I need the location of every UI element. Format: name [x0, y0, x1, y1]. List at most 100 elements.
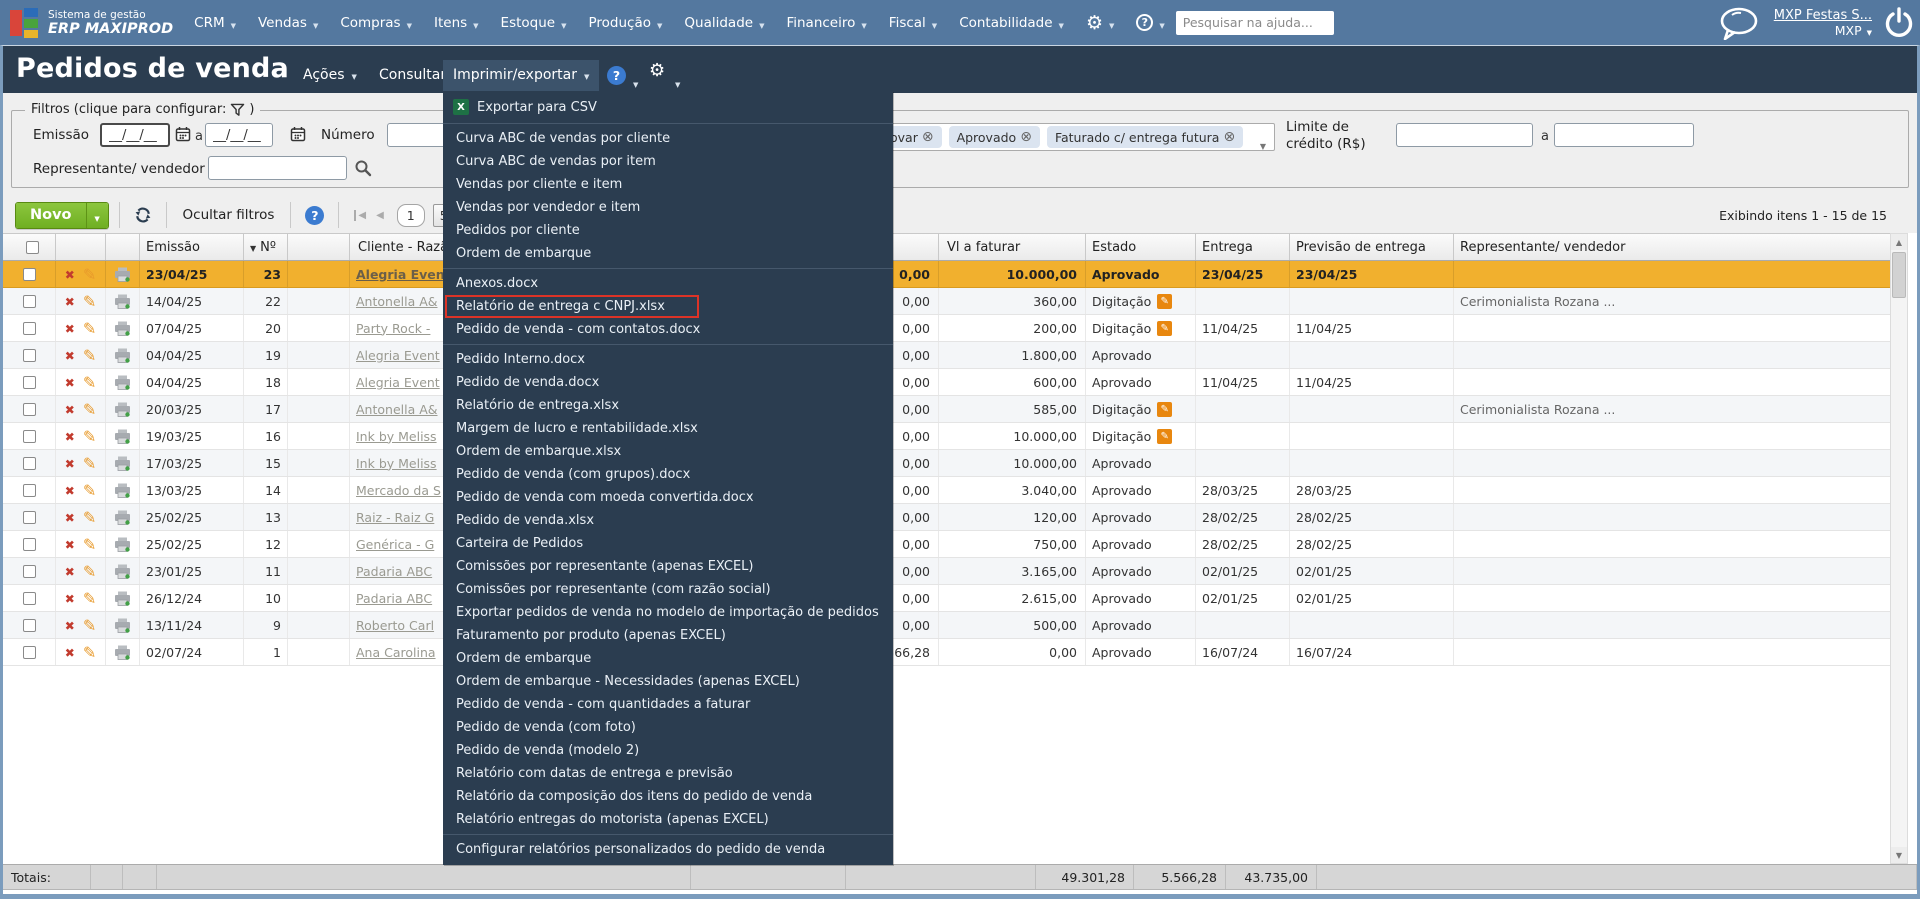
cliente-link[interactable]: Ink by Meliss [356, 456, 437, 471]
account-company-link[interactable]: MXP Festas S... [1774, 8, 1872, 23]
print-menu-item[interactable]: Curva ABC de vendas por item [443, 150, 893, 173]
table-row[interactable]: 23/04/25 23 Alegria Event 0,00 10.000,00… [3, 261, 1893, 288]
printer-icon[interactable] [114, 618, 131, 633]
estado-filter-field[interactable]: A aprovar Aprovado Faturado c/ entrega f… [843, 123, 1275, 151]
printer-icon[interactable] [114, 483, 131, 498]
row-checkbox[interactable] [22, 294, 36, 308]
row-checkbox[interactable] [22, 429, 36, 443]
ocultar-filtros-button[interactable]: Ocultar filtros [177, 207, 281, 223]
print-menu-item[interactable]: Pedido de venda.docx [443, 371, 893, 394]
first-page-icon[interactable]: ◀ [354, 209, 366, 221]
printer-icon[interactable] [114, 591, 131, 606]
novo-button[interactable]: Novo [15, 201, 109, 229]
table-row[interactable]: 02/07/24 1 Ana Carolina 5.566,28 0,00 Ap… [3, 639, 1893, 666]
printer-icon[interactable] [114, 321, 131, 336]
cliente-link[interactable]: Genérica - G [356, 537, 434, 552]
printer-icon[interactable] [114, 348, 131, 363]
top-menu-item[interactable]: Estoque [490, 0, 578, 45]
delete-icon[interactable] [65, 456, 75, 471]
print-menu-item[interactable]: Margem de lucro e rentabilidade.xlsx [443, 417, 893, 440]
top-menu-item[interactable]: Financeiro [775, 0, 877, 45]
app-logo[interactable]: Sistema de gestão ERP MAXIPROD [10, 7, 173, 38]
print-menu-item[interactable]: Relatório de entrega c CNPJ.xlsx [443, 295, 893, 318]
print-menu-item[interactable]: Comissões por representante (apenas EXCE… [443, 555, 893, 578]
top-menu-item[interactable]: Compras [329, 0, 423, 45]
printer-icon[interactable] [114, 510, 131, 525]
cliente-link[interactable]: Roberto Carl [356, 618, 434, 633]
col-numero[interactable]: Nº [244, 234, 288, 260]
edit-pencil-icon[interactable] [83, 400, 96, 419]
print-menu-item[interactable]: Pedido de venda.xlsx [443, 509, 893, 532]
chat-bubble-icon[interactable] [1718, 6, 1760, 40]
export-csv-menu-item[interactable]: Exportar para CSV [443, 94, 893, 120]
print-menu-item[interactable]: Relatório da composição dos itens do ped… [443, 785, 893, 808]
print-menu-item[interactable]: Comissões por representante (com razão s… [443, 578, 893, 601]
refresh-icon[interactable] [133, 205, 153, 225]
print-menu-item[interactable]: Configurar relatórios personalizados do … [443, 838, 893, 861]
edit-pencil-icon[interactable] [83, 562, 96, 581]
table-row[interactable]: 04/04/25 18 Alegria Event 0,00 600,00 Ap… [3, 369, 1893, 396]
row-checkbox[interactable] [22, 510, 36, 524]
row-checkbox[interactable] [22, 321, 36, 335]
edit-pencil-icon[interactable] [83, 535, 96, 554]
edit-pencil-icon[interactable] [83, 508, 96, 527]
menu-imprimir-exportar[interactable]: Imprimir/exportar [443, 60, 600, 91]
menu-acoes[interactable]: Ações [293, 60, 367, 91]
top-settings-menu[interactable] [1075, 0, 1125, 45]
top-help-menu[interactable]: ? [1125, 0, 1175, 45]
printer-icon[interactable] [114, 375, 131, 390]
print-menu-item[interactable]: Pedido de venda com moeda convertida.doc… [443, 486, 893, 509]
scrollbar-thumb[interactable] [1892, 252, 1906, 298]
print-menu-item[interactable]: Exportar pedidos de venda no modelo de i… [443, 601, 893, 624]
print-menu-item[interactable]: Pedido de venda (com foto) [443, 716, 893, 739]
digitacao-edit-icon[interactable] [1157, 401, 1173, 417]
delete-icon[interactable] [65, 591, 75, 606]
gear-icon[interactable] [649, 60, 665, 81]
print-menu-item[interactable] [443, 344, 893, 345]
caret-down-icon[interactable] [633, 72, 638, 91]
printer-icon[interactable] [114, 645, 131, 660]
cliente-link[interactable]: Padaria ABC [356, 564, 432, 579]
top-menu-item[interactable]: Qualidade [673, 0, 775, 45]
edit-pencil-icon[interactable] [83, 616, 96, 635]
row-checkbox[interactable] [22, 375, 36, 389]
row-checkbox[interactable] [22, 456, 36, 470]
search-icon[interactable] [354, 159, 372, 177]
print-menu-item[interactable]: Vendas por vendedor e item [443, 196, 893, 219]
print-menu-item[interactable]: Pedido de venda - com contatos.docx [443, 318, 893, 341]
top-menu-item[interactable]: CRM [183, 0, 247, 45]
row-checkbox[interactable] [22, 267, 36, 281]
print-menu-item[interactable]: Pedido Interno.docx [443, 348, 893, 371]
table-row[interactable]: 17/03/25 15 Ink by Meliss 0,00 10.000,00… [3, 450, 1893, 477]
delete-icon[interactable] [65, 510, 75, 525]
printer-icon[interactable] [114, 294, 131, 309]
col-representante[interactable]: Representante/ vendedor [1454, 234, 1893, 260]
row-checkbox[interactable] [22, 483, 36, 497]
delete-icon[interactable] [65, 402, 75, 417]
filters-legend[interactable]: Filtros (clique para configurar: ) [25, 102, 261, 117]
table-row[interactable]: 20/03/25 17 Antonella A& 0,00 585,00 Dig… [3, 396, 1893, 423]
estado-filter-chip[interactable]: Aprovado [948, 126, 1040, 148]
printer-icon[interactable] [114, 537, 131, 552]
calendar-icon[interactable] [290, 126, 306, 142]
digitacao-edit-icon[interactable] [1157, 320, 1173, 336]
previous-page-icon[interactable]: ◀ [376, 210, 384, 221]
col-emissao[interactable]: Emissão [140, 234, 244, 260]
printer-icon[interactable] [114, 402, 131, 417]
row-checkbox[interactable] [22, 618, 36, 632]
print-menu-item[interactable]: Pedido de venda - com quantidades a fatu… [443, 693, 893, 716]
scroll-down-arrow-icon[interactable]: ▼ [1891, 847, 1907, 863]
print-menu-item[interactable]: Ordem de embarque.xlsx [443, 440, 893, 463]
printer-icon[interactable] [114, 456, 131, 471]
caret-down-icon[interactable] [1260, 134, 1266, 153]
cliente-link[interactable]: Ink by Meliss [356, 429, 437, 444]
scroll-up-arrow-icon[interactable]: ▲ [1891, 234, 1907, 250]
table-row[interactable]: 07/04/25 20 Party Rock - 0,00 200,00 Dig… [3, 315, 1893, 342]
printer-icon[interactable] [114, 429, 131, 444]
edit-pencil-icon[interactable] [83, 589, 96, 608]
edit-pencil-icon[interactable] [83, 427, 96, 446]
help-search-input[interactable] [1175, 10, 1334, 35]
top-menu-item[interactable]: Itens [423, 0, 490, 45]
caret-down-icon[interactable] [675, 72, 680, 91]
digitacao-edit-icon[interactable] [1157, 293, 1173, 309]
